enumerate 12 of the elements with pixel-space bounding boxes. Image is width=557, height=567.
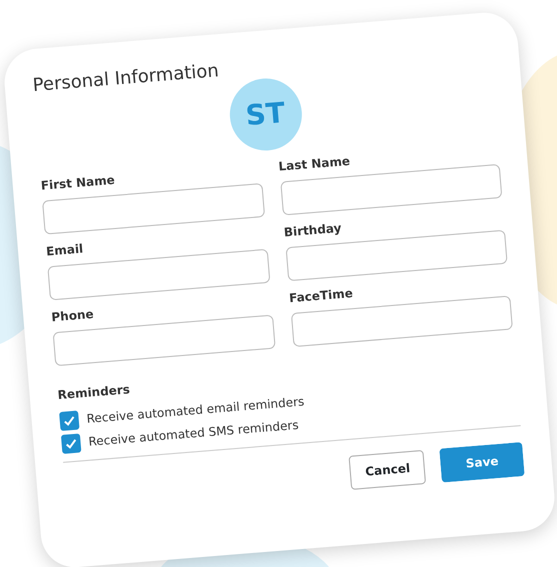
field-label: First Name: [40, 171, 116, 194]
field-label: Last Name: [278, 152, 352, 176]
save-button[interactable]: Save: [440, 442, 525, 482]
field-label: Phone: [50, 306, 96, 326]
field-label: FaceTime: [288, 284, 354, 307]
field-label: Birthday: [283, 219, 343, 242]
dialog-title: Personal Information: [32, 59, 220, 97]
cancel-button[interactable]: Cancel: [348, 450, 426, 490]
field-label: Email: [45, 240, 85, 260]
checkbox[interactable]: [60, 433, 82, 454]
section-label: Reminders: [56, 380, 130, 404]
checkbox[interactable]: [59, 410, 80, 431]
